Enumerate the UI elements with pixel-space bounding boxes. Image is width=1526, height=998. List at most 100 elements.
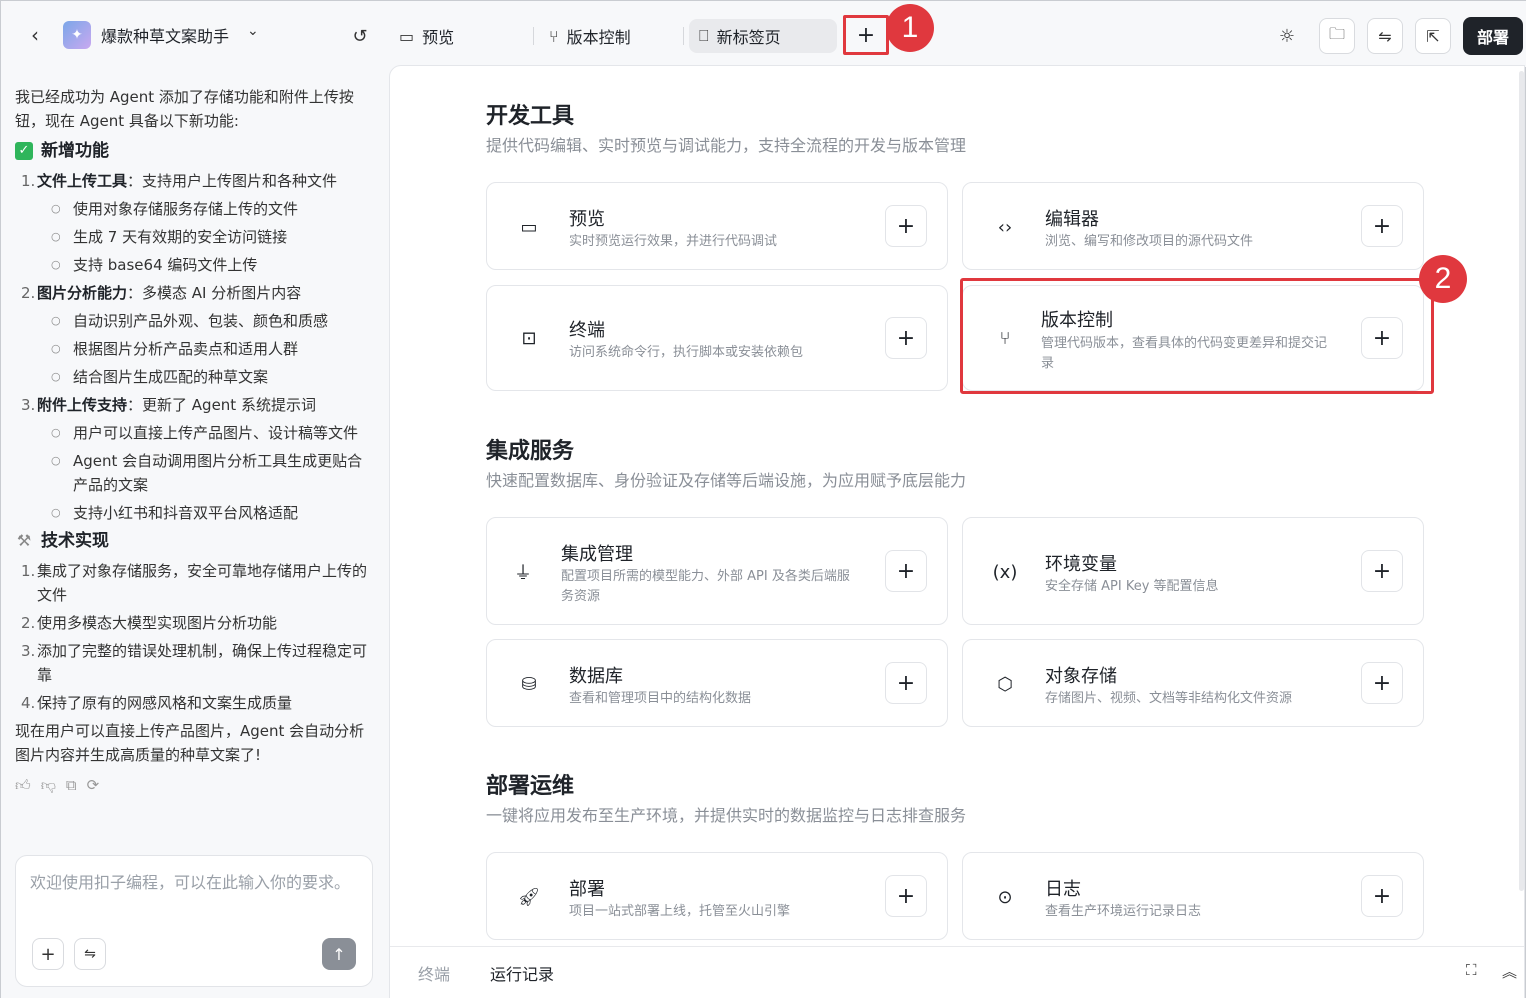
message-actions: 👍︎ 👎︎ ⧉ ⟳	[15, 773, 377, 797]
annotation-badge-2: 2	[1419, 255, 1467, 303]
variable-icon: (x)	[992, 561, 1018, 583]
list-item: 2. 图片分析能力：多模态 AI 分析图片内容	[21, 284, 302, 302]
chevron-up-icon[interactable]: ︽	[1502, 961, 1517, 982]
card-integration[interactable]: ⏚ 集成管理 配置项目所需的模型能力、外部 API 及各类后端服务资源 +	[486, 517, 948, 625]
card-terminal[interactable]: ⊡ 终端 访问系统命令行，执行脚本或安装依赖包 +	[486, 285, 948, 391]
section-title: 集成服务	[486, 439, 575, 464]
card-database[interactable]: ⛁ 数据库 查看和管理项目中的结构化数据 +	[486, 639, 948, 727]
chat-input-box[interactable]: 欢迎使用扣子编程，可以在此输入你的要求。 + ⇋ ↑	[15, 855, 373, 987]
list-item: 3. 添加了完整的错误处理机制，确保上传过程稳定可靠	[21, 642, 368, 684]
tab-label: 预览	[422, 28, 455, 47]
add-tab-button[interactable]: +	[843, 15, 889, 55]
thumbs-up-icon[interactable]: 👍︎	[15, 773, 31, 797]
app-window: ‹ ✦ 爆款种草文案助手 ⌄ ↺ ▭ 预览 ⑂ 版本控制 ⎕ 新标签页 + ☼ …	[0, 0, 1526, 998]
add-button[interactable]: +	[885, 205, 927, 247]
list-item: 2. 使用多模态大模型实现图片分析功能	[21, 614, 278, 632]
thumbs-down-icon[interactable]: 👎︎	[41, 773, 56, 797]
sun-icon[interactable]: ☼	[1269, 18, 1305, 54]
chat-input-placeholder[interactable]: 欢迎使用扣子编程，可以在此输入你的要求。	[30, 870, 350, 896]
terminal-icon: ⊡	[521, 327, 537, 349]
add-button[interactable]: +	[885, 317, 927, 359]
check-icon: ✓	[15, 142, 33, 160]
section-heading: ⚒ 技术实现	[16, 531, 109, 551]
fullscreen-icon[interactable]: ⛶	[1466, 961, 1477, 979]
log-icon: ⊙	[997, 886, 1013, 908]
tab-divider	[533, 27, 534, 45]
tab-new-tab[interactable]: ⎕ 新标签页	[689, 19, 837, 53]
external-link-icon[interactable]: ⇱	[1415, 18, 1451, 54]
section-heading: ✓ 新增功能	[15, 139, 377, 163]
section-subtitle: 一键将应用发布至生产环境，并提供实时的数据监控与日志排查服务	[486, 806, 967, 825]
list-item: ○ 支持小红书和抖音双平台风格适配	[51, 504, 299, 522]
list-item: 4. 保持了原有的网感风格和文案生成质量	[21, 694, 293, 712]
copy-icon[interactable]: ⧉	[66, 773, 77, 797]
tab-divider	[683, 27, 684, 45]
tools-icon: ⚒	[16, 531, 32, 550]
list-item: ○ 用户可以直接上传产品图片、设计稿等文件	[51, 424, 359, 442]
add-button[interactable]: +	[885, 875, 927, 917]
options-icon[interactable]: ⇋	[74, 938, 106, 970]
attach-plus-icon[interactable]: +	[32, 938, 64, 970]
back-icon[interactable]: ‹	[21, 21, 49, 49]
window-icon: ▭	[520, 216, 538, 238]
chevron-down-icon[interactable]: ⌄	[247, 23, 259, 39]
list-item: 3. 附件上传支持：更新了 Agent 系统提示词	[21, 396, 316, 414]
send-arrow-icon[interactable]: ↑	[322, 938, 356, 970]
card-editor[interactable]: ‹› 编辑器 浏览、编写和修改项目的源代码文件 +	[962, 182, 1424, 270]
add-button[interactable]: +	[1361, 317, 1403, 359]
section-subtitle: 提供代码编辑、实时预览与调试能力，支持全流程的开发与版本管理	[486, 136, 967, 155]
section-subtitle: 快速配置数据库、身份验证及存储等后端设施，为应用赋予底层能力	[486, 471, 967, 490]
card-object-storage[interactable]: ⬡ 对象存储 存储图片、视频、文档等非结构化文件资源 +	[962, 639, 1424, 727]
list-item: ○ 使用对象存储服务存储上传的文件	[51, 200, 299, 218]
card-env-vars[interactable]: (x) 环境变量 安全存储 API Key 等配置信息 +	[962, 517, 1424, 625]
card-logs[interactable]: ⊙ 日志 查看生产环境运行记录日志 +	[962, 852, 1424, 940]
git-branch-icon: ⑂	[549, 26, 559, 46]
add-button[interactable]: +	[1361, 205, 1403, 247]
rocket-icon: 🚀︎	[517, 886, 541, 908]
toggle-icon[interactable]: ⇋	[1367, 18, 1403, 54]
list-item: ○ 自动识别产品外观、包装、颜色和质感	[51, 312, 329, 330]
section-title: 部署运维	[486, 774, 575, 799]
add-button[interactable]: +	[1361, 550, 1403, 592]
new-tab-panel: 开发工具 提供代码编辑、实时预览与调试能力，支持全流程的开发与版本管理 ▭ 预览…	[389, 65, 1525, 998]
app-name[interactable]: 爆款种草文案助手	[101, 23, 229, 47]
chat-message: 我已经成功为 Agent 添加了存储功能和附件上传按钮，现在 Agent 具备以…	[15, 85, 377, 797]
add-button[interactable]: +	[1361, 662, 1403, 704]
tab-version-control[interactable]: ⑂ 版本控制	[539, 19, 641, 53]
window-icon: ▭	[399, 26, 415, 46]
card-version-control[interactable]: ⑂ 版本控制 管理代码版本，查看具体的代码变更差异和提交记录 +	[962, 285, 1424, 391]
list-item: ○ Agent 会自动调用图片分析工具生成更贴合产品的文案	[51, 452, 363, 494]
cube-icon: ⬡	[997, 673, 1013, 695]
tab-preview[interactable]: ▭ 预览	[389, 19, 464, 53]
database-icon: ⛁	[521, 673, 537, 695]
deploy-button[interactable]: 部署	[1463, 17, 1523, 55]
chat-panel: 我已经成功为 Agent 添加了存储功能和附件上传按钮，现在 Agent 具备以…	[1, 67, 389, 998]
folder-icon[interactable]: 🗀	[1319, 18, 1355, 54]
annotation-badge-1: 1	[886, 4, 934, 52]
tab-label: 新标签页	[716, 28, 781, 47]
section-title: 开发工具	[486, 104, 575, 129]
chat-outro: 现在用户可以直接上传产品图片，Agent 会自动分析图片内容并生成高质量的种草文…	[15, 722, 365, 764]
tab-label: 版本控制	[566, 28, 631, 47]
card-deploy[interactable]: 🚀︎ 部署 项目一站式部署上线，托管至火山引擎 +	[486, 852, 948, 940]
list-item: ○ 支持 base64 编码文件上传	[51, 256, 258, 274]
add-button[interactable]: +	[885, 550, 927, 592]
chat-intro: 我已经成功为 Agent 添加了存储功能和附件上传按钮，现在 Agent 具备以…	[15, 88, 354, 130]
top-bar: ‹ ✦ 爆款种草文案助手 ⌄ ↺ ▭ 预览 ⑂ 版本控制 ⎕ 新标签页 + ☼ …	[1, 1, 1526, 67]
refresh-icon[interactable]: ⟳	[87, 773, 100, 797]
bookmark-icon: ⎕	[699, 26, 709, 45]
list-item: ○ 结合图片生成匹配的种草文案	[51, 368, 269, 386]
tab-run-log[interactable]: 运行记录	[490, 961, 554, 985]
list-item: ○ 根据图片分析产品卖点和适用人群	[51, 340, 299, 358]
app-avatar: ✦	[63, 21, 91, 49]
code-icon: ‹›	[997, 216, 1013, 238]
list-item: 1. 文件上传工具：支持用户上传图片和各种文件	[21, 172, 338, 190]
add-button[interactable]: +	[885, 662, 927, 704]
plug-icon: ⏚	[514, 563, 532, 584]
history-icon[interactable]: ↺	[347, 23, 373, 49]
git-branch-icon: ⑂	[999, 327, 1011, 349]
scrollbar[interactable]	[1519, 71, 1524, 891]
card-preview[interactable]: ▭ 预览 实时预览运行效果，并进行代码调试 +	[486, 182, 948, 270]
tab-terminal[interactable]: 终端	[418, 961, 450, 985]
add-button[interactable]: +	[1361, 875, 1403, 917]
